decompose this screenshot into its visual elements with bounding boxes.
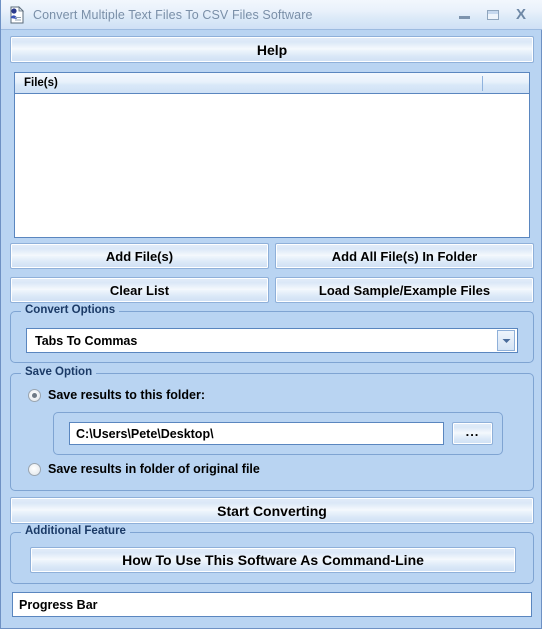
file-list-header: File(s)	[15, 73, 529, 94]
radio-save-to-folder-label: Save results to this folder:	[48, 388, 205, 402]
file-list-column-files[interactable]: File(s)	[15, 77, 58, 89]
file-list-body[interactable]	[15, 94, 529, 237]
add-files-button[interactable]: Add File(s)	[10, 243, 269, 269]
save-option-title: Save Option	[21, 366, 97, 378]
minimize-icon[interactable]	[457, 7, 473, 23]
folder-path-panel: ...	[53, 412, 503, 455]
load-sample-files-button[interactable]: Load Sample/Example Files	[275, 277, 534, 303]
command-line-help-button[interactable]: How To Use This Software As Command-Line	[30, 547, 516, 573]
radio-save-in-original-folder[interactable]: Save results in folder of original file	[28, 462, 260, 476]
folder-path-input[interactable]	[69, 422, 444, 445]
title-bar: Convert Multiple Text Files To CSV Files…	[1, 0, 542, 30]
convert-options-title: Convert Options	[21, 304, 120, 316]
column-divider[interactable]	[482, 76, 483, 91]
close-icon[interactable]: X	[513, 6, 529, 23]
chevron-down-icon[interactable]	[497, 330, 515, 351]
convert-options-selected-value: Tabs To Commas	[35, 333, 138, 348]
maximize-icon[interactable]	[485, 7, 501, 23]
clear-list-button[interactable]: Clear List	[10, 277, 269, 303]
app-document-icon	[7, 5, 27, 25]
file-list[interactable]: File(s)	[14, 72, 530, 238]
help-button[interactable]: Help	[10, 36, 534, 63]
additional-feature-title: Additional Feature	[21, 525, 130, 537]
convert-options-select[interactable]: Tabs To Commas	[26, 328, 518, 353]
convert-options-group: Convert Options Tabs To Commas	[10, 304, 534, 363]
radio-save-to-folder[interactable]: Save results to this folder:	[28, 388, 205, 402]
window-title: Convert Multiple Text Files To CSV Files…	[33, 7, 313, 22]
progress-bar-label: Progress Bar	[19, 597, 98, 612]
radio-save-to-folder-button[interactable]	[28, 388, 41, 402]
radio-save-in-original-folder-label: Save results in folder of original file	[48, 462, 260, 476]
application-window: Convert Multiple Text Files To CSV Files…	[0, 0, 542, 629]
add-all-files-in-folder-button[interactable]: Add All File(s) In Folder	[275, 243, 534, 269]
additional-feature-group: Additional Feature How To Use This Softw…	[10, 525, 534, 584]
save-option-group: Save Option Save results to this folder:…	[10, 366, 534, 491]
radio-save-in-original-folder-button[interactable]	[28, 462, 41, 476]
window-controls: X	[457, 6, 529, 23]
start-converting-button[interactable]: Start Converting	[10, 497, 534, 524]
browse-folder-button[interactable]: ...	[452, 422, 493, 445]
progress-bar: Progress Bar	[12, 592, 532, 617]
